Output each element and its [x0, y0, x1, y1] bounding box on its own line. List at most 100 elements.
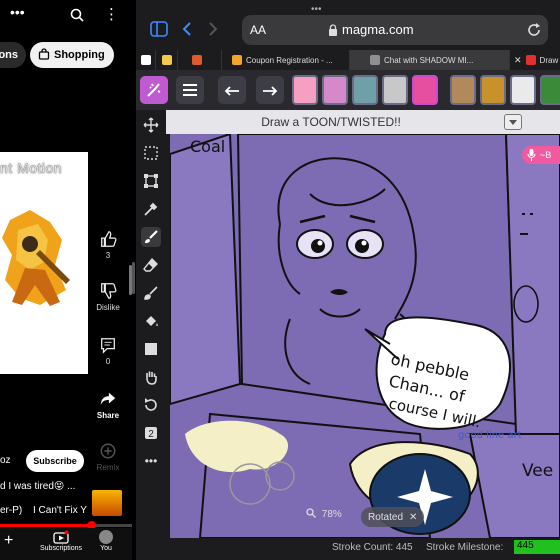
zoom-magnifier-icon: [306, 508, 316, 518]
magma-logo-icon[interactable]: [140, 76, 168, 104]
canvas-artwork: Coal oh pebble Chan... of course I will.…: [170, 134, 560, 538]
prompt-bar: Draw a TOON/TWISTED!!: [166, 110, 560, 134]
music-track-left[interactable]: er-P): [0, 505, 22, 516]
smudge-tool-icon[interactable]: [141, 283, 161, 303]
user-avatar-4[interactable]: [382, 75, 408, 105]
dislike-button[interactable]: Dislike: [88, 282, 128, 312]
voice-chat-pill[interactable]: ~B: [522, 146, 560, 164]
user-avatar-8[interactable]: [510, 75, 536, 105]
reader-aa-button[interactable]: AA: [250, 23, 266, 37]
tab-1[interactable]: [136, 50, 156, 70]
comments-button[interactable]: 0: [88, 336, 128, 366]
close-tab-icon[interactable]: ✕: [514, 55, 522, 66]
remix-icon: [100, 443, 116, 459]
like-button[interactable]: 3: [88, 230, 128, 260]
user-avatar-1[interactable]: [292, 75, 318, 105]
tab-coupon-registration[interactable]: Coupon Registration - ...: [222, 50, 350, 70]
fill-bucket-icon[interactable]: [141, 311, 161, 331]
stroke-count: Stroke Count: 445: [332, 542, 413, 553]
more-vertical-icon[interactable]: ⋮: [104, 5, 119, 23]
share-button[interactable]: Share: [88, 390, 128, 420]
user-avatar-9[interactable]: [540, 75, 560, 105]
drawing-toolbox: 2 •••: [136, 110, 166, 538]
chip-explore[interactable]: ons: [0, 42, 26, 68]
shape-tool-icon[interactable]: [141, 339, 161, 359]
close-icon[interactable]: ✕: [409, 512, 417, 523]
brush-tool-icon[interactable]: [141, 227, 161, 247]
user-avatar-5[interactable]: [412, 75, 438, 105]
stroke-milestone-label: Stroke Milestone:: [426, 542, 504, 553]
back-chevron-icon[interactable]: [182, 21, 192, 37]
rotate-view-icon[interactable]: [141, 395, 161, 415]
subscriptions-icon: [53, 530, 69, 544]
drawing-canvas[interactable]: Coal oh pebble Chan... of course I will.…: [170, 134, 560, 538]
status-bar: Stroke Count: 445 Stroke Milestone:: [136, 538, 560, 560]
tab-favicon: [162, 55, 172, 65]
redo-icon[interactable]: [256, 76, 284, 104]
user-avatar-3[interactable]: [352, 75, 378, 105]
short-video-player[interactable]: nt Motion: [0, 152, 88, 374]
short-actions-column: 3 Dislike 0 Share Remix: [88, 152, 128, 482]
create-plus-icon[interactable]: +: [4, 532, 13, 550]
tab-chat-with-shadow[interactable]: Chat with SHADOW MI...: [350, 50, 510, 70]
reload-icon[interactable]: [526, 22, 542, 38]
music-track-title[interactable]: I Can't Fix Y: [33, 505, 87, 516]
tab-3[interactable]: [178, 50, 222, 70]
user-avatar-6[interactable]: [450, 75, 476, 105]
address-bar[interactable]: AA magma.com: [242, 15, 548, 45]
zoom-value: 78%: [321, 509, 342, 520]
user-avatar-7[interactable]: [480, 75, 506, 105]
transform-tool-icon[interactable]: [141, 171, 161, 191]
share-arrow-icon: [100, 392, 116, 406]
chevron-down-icon: [509, 120, 517, 125]
character-figure-image: [2, 210, 70, 306]
tab-2[interactable]: [156, 50, 178, 70]
shopping-bag-icon: [38, 47, 50, 63]
thumbs-down-icon: [101, 283, 117, 299]
eyedropper-tool-icon[interactable]: [141, 199, 161, 219]
eraser-tool-icon[interactable]: [141, 255, 161, 275]
sidebar-icon[interactable]: [150, 21, 168, 37]
bottom-navigation: + Subscriptions You: [0, 528, 132, 560]
youtube-pane: ••• ⋮ ons Shopping nt Motion 3 Dislike 0…: [0, 0, 132, 560]
select-tool-icon[interactable]: [141, 143, 161, 163]
remix-label: Remix: [96, 463, 120, 472]
split-view-grip[interactable]: [132, 262, 135, 294]
forward-chevron-icon[interactable]: [208, 21, 218, 37]
hamburger-menu-icon[interactable]: [176, 76, 204, 104]
layers-count-icon[interactable]: 2: [141, 423, 161, 443]
nav-subscriptions[interactable]: Subscriptions: [38, 530, 84, 552]
browser-pane: ••• AA magma.com Coupon Registration - .…: [136, 0, 560, 560]
avatar: [99, 530, 113, 544]
prompt-dropdown[interactable]: [504, 114, 522, 130]
chip-label: Shopping: [54, 49, 105, 61]
video-overlay-title: nt Motion: [0, 160, 63, 177]
remix-button[interactable]: Remix: [88, 442, 128, 472]
move-tool-icon[interactable]: [141, 115, 161, 135]
video-progress-bar[interactable]: [0, 521, 132, 530]
tab-draw[interactable]: ✕ Draw: [510, 50, 560, 70]
subscribe-button[interactable]: Subscribe: [26, 450, 84, 472]
zoom-indicator[interactable]: 78%: [306, 508, 342, 520]
tab-favicon: [141, 55, 151, 65]
stroke-milestone-value: 445: [514, 540, 560, 554]
more-dots-icon[interactable]: •••: [10, 4, 25, 20]
microphone-icon: [527, 149, 536, 161]
tab-favicon: [192, 55, 202, 65]
video-description[interactable]: d I was tired😝 ...: [0, 481, 75, 492]
hand-pan-icon[interactable]: [141, 367, 161, 387]
user-avatar-2[interactable]: [322, 75, 348, 105]
undo-icon[interactable]: [218, 76, 246, 104]
channel-name[interactable]: oz: [0, 455, 11, 466]
tab-favicon: [370, 55, 380, 65]
chip-shopping[interactable]: Shopping: [30, 42, 114, 68]
more-tools-icon[interactable]: •••: [141, 451, 161, 471]
tab-label: Coupon Registration - ...: [246, 55, 333, 65]
tab-bar: Coupon Registration - ... Chat with SHAD…: [136, 50, 560, 70]
search-icon[interactable]: [70, 8, 84, 25]
more-dots-icon[interactable]: •••: [311, 4, 322, 15]
rotated-indicator[interactable]: Rotated ✕: [361, 507, 424, 527]
nav-you[interactable]: You: [94, 530, 118, 552]
lock-icon: [329, 24, 337, 36]
music-thumbnail[interactable]: [92, 490, 122, 516]
